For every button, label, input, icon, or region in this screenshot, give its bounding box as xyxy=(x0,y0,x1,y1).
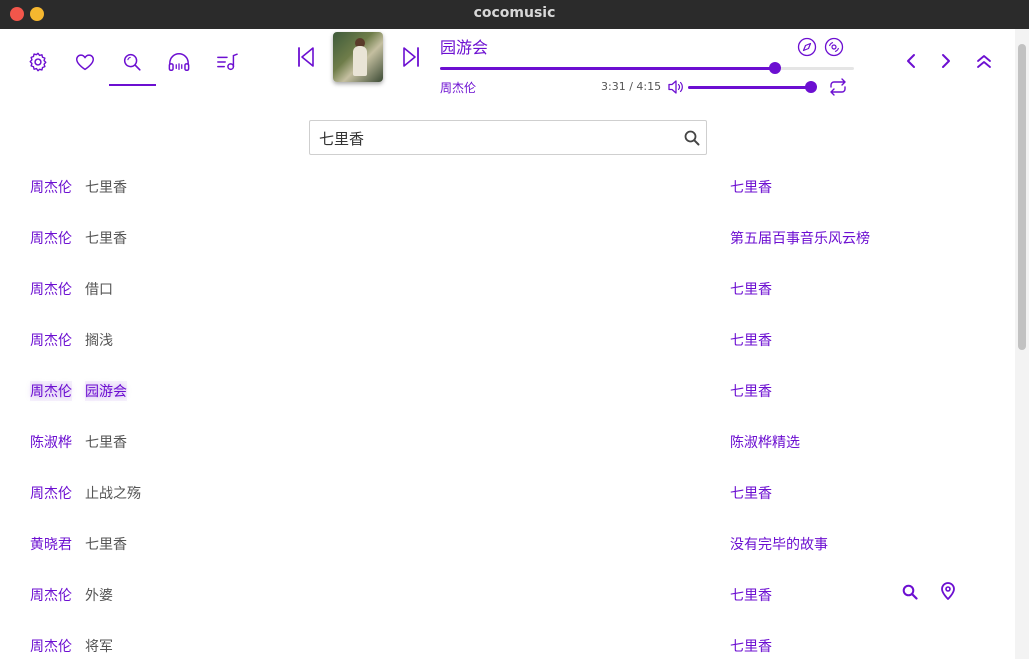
cover-art-figure xyxy=(353,46,367,76)
volume-slider-fill xyxy=(688,86,811,89)
result-artist[interactable]: 周杰伦 xyxy=(30,585,72,605)
volume-icon xyxy=(668,80,683,94)
forward-button[interactable] xyxy=(936,51,956,71)
result-song[interactable]: 园游会 xyxy=(85,381,127,401)
gear-icon xyxy=(29,52,47,72)
now-playing-artist[interactable]: 周杰伦 xyxy=(440,79,476,96)
result-row[interactable]: 周杰伦 外婆 七里香 xyxy=(0,570,1015,621)
search-icon xyxy=(902,584,918,600)
volume-slider-handle[interactable] xyxy=(805,81,817,93)
tab-listen[interactable] xyxy=(167,50,191,74)
result-artist[interactable]: 周杰伦 xyxy=(30,177,72,197)
collapse-button[interactable] xyxy=(973,51,995,71)
result-artist[interactable]: 周杰伦 xyxy=(30,483,72,503)
scrollbar[interactable] xyxy=(1015,29,1029,659)
result-song[interactable]: 七里香 xyxy=(85,228,127,248)
result-song[interactable]: 借口 xyxy=(85,279,113,299)
disc-icon xyxy=(824,37,844,57)
result-row[interactable]: 周杰伦 借口 七里香 xyxy=(0,264,1015,315)
result-song[interactable]: 止战之殇 xyxy=(85,483,141,503)
result-artist[interactable]: 周杰伦 xyxy=(30,279,72,299)
now-playing-title: 园游会 xyxy=(440,38,489,57)
comment-button[interactable] xyxy=(797,37,817,57)
result-artist[interactable]: 周杰伦 xyxy=(30,381,72,401)
result-song[interactable]: 七里香 xyxy=(85,534,127,554)
headphones-icon xyxy=(168,53,190,71)
result-row[interactable]: 周杰伦 搁浅 七里香 xyxy=(0,315,1015,366)
result-row[interactable]: 周杰伦 七里香 七里香 xyxy=(0,162,1015,213)
result-song[interactable]: 搁浅 xyxy=(85,330,113,350)
playback-progress-handle[interactable] xyxy=(769,62,782,74)
result-album[interactable]: 七里香 xyxy=(730,177,772,197)
tab-settings[interactable] xyxy=(26,50,50,74)
album-cover[interactable] xyxy=(333,32,383,82)
back-button[interactable] xyxy=(901,51,921,71)
result-album[interactable]: 七里香 xyxy=(730,330,772,350)
repeat-icon xyxy=(830,78,846,96)
playback-progress-bar[interactable] xyxy=(440,62,854,74)
result-album[interactable]: 七里香 xyxy=(730,636,772,656)
skip-previous-icon xyxy=(298,47,314,67)
next-track-button[interactable] xyxy=(400,45,422,69)
double-chevron-up-icon xyxy=(977,55,991,68)
volume-slider[interactable] xyxy=(688,81,817,93)
result-artist[interactable]: 陈淑桦 xyxy=(30,432,72,452)
result-album[interactable]: 第五届百事音乐风云榜 xyxy=(730,228,870,248)
result-artist[interactable]: 黄晓君 xyxy=(30,534,72,554)
active-tab-indicator xyxy=(109,84,156,86)
music-list-icon xyxy=(217,53,238,71)
result-artist[interactable]: 周杰伦 xyxy=(30,330,72,350)
result-album[interactable]: 陈淑桦精选 xyxy=(730,432,800,452)
result-album[interactable]: 七里香 xyxy=(730,381,772,401)
search-icon[interactable] xyxy=(684,130,700,150)
result-album[interactable]: 七里香 xyxy=(730,279,772,299)
search-input[interactable] xyxy=(319,128,669,148)
result-album[interactable]: 七里香 xyxy=(730,585,772,605)
result-row[interactable]: 黄晓君 七里香 没有完毕的故事 xyxy=(0,519,1015,570)
window-titlebar: cocomusic xyxy=(0,0,1029,29)
chevron-left-icon xyxy=(907,54,915,68)
tab-playlist[interactable] xyxy=(214,50,240,74)
tab-search[interactable] xyxy=(120,50,144,74)
result-artist[interactable]: 周杰伦 xyxy=(30,228,72,248)
scrollbar-thumb[interactable] xyxy=(1018,44,1026,350)
result-album[interactable]: 没有完毕的故事 xyxy=(730,534,828,554)
playback-progress-fill xyxy=(440,67,776,70)
result-row[interactable]: 周杰伦 止战之殇 七里香 xyxy=(0,468,1015,519)
result-row[interactable]: 周杰伦 园游会 七里香 xyxy=(0,366,1015,417)
app-main: 园游会 周杰伦 3:31 / 4:15 七里香 周杰伦 七里香 七里香 周杰伦 … xyxy=(0,29,1029,659)
volume-button[interactable] xyxy=(666,78,686,96)
locate-search-button[interactable] xyxy=(900,582,920,602)
result-album[interactable]: 七里香 xyxy=(730,483,772,503)
locate-current-button[interactable] xyxy=(938,581,958,601)
result-row[interactable]: 周杰伦 七里香 第五届百事音乐风云榜 xyxy=(0,213,1015,264)
search-box xyxy=(309,120,707,155)
album-info-button[interactable] xyxy=(824,37,844,57)
window-title: cocomusic xyxy=(473,5,556,21)
chevron-right-icon xyxy=(942,54,950,68)
tab-favorites[interactable] xyxy=(73,50,97,74)
repeat-mode-button[interactable] xyxy=(827,77,849,97)
result-song[interactable]: 七里香 xyxy=(85,177,127,197)
playback-time: 3:31 / 4:15 xyxy=(601,80,662,93)
result-row[interactable]: 周杰伦 将军 七里香 xyxy=(0,621,1015,672)
search-icon xyxy=(123,53,141,71)
compass-icon xyxy=(797,37,817,57)
previous-track-button[interactable] xyxy=(295,45,317,69)
result-song[interactable]: 七里香 xyxy=(85,432,127,452)
result-artist[interactable]: 周杰伦 xyxy=(30,636,72,656)
result-row[interactable]: 陈淑桦 七里香 陈淑桦精选 xyxy=(0,417,1015,468)
result-song[interactable]: 外婆 xyxy=(85,585,113,605)
heart-icon xyxy=(76,54,94,71)
result-song[interactable]: 将军 xyxy=(85,636,113,656)
location-pin-icon xyxy=(941,582,955,600)
skip-next-icon xyxy=(403,47,419,67)
